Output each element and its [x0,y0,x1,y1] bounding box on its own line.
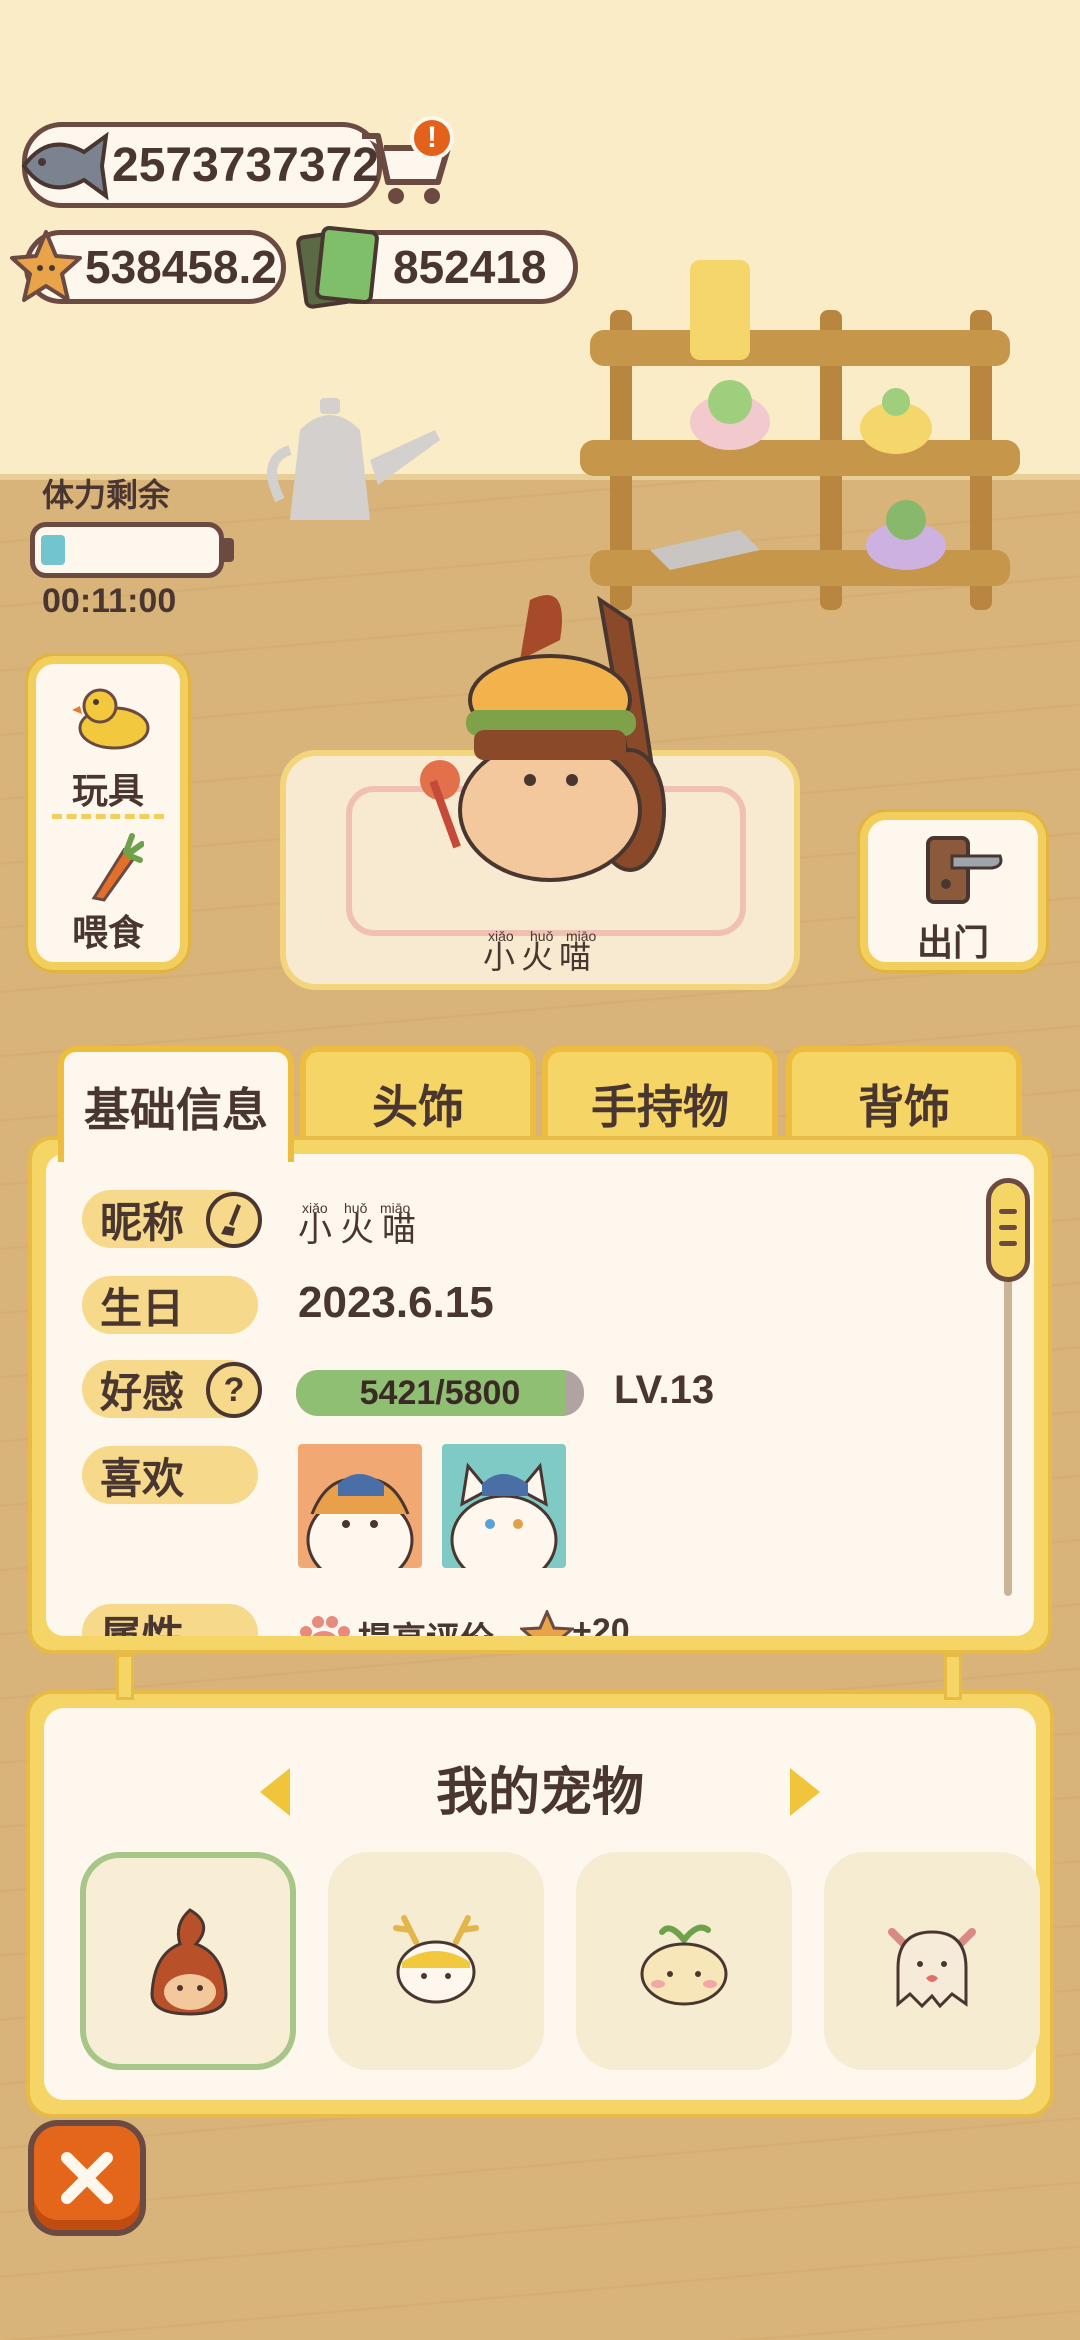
attribute-label: 属性 [100,1612,185,1637]
panel-connector-left [116,1654,134,1700]
ghost-pet-icon [888,1928,976,2009]
liked-pet-white-cat[interactable] [442,1444,566,1568]
close-button[interactable] [28,2120,146,2236]
panel-connector-right [944,1654,962,1700]
tab-handheld-label: 手持物 [591,1081,729,1133]
go-out-label: 出门 [916,922,989,963]
pet-slot-sprout[interactable] [576,1852,792,2070]
affinity-bar: 5421/5800 [296,1370,584,1416]
star-icon [10,230,82,302]
door-handle-icon [926,836,1003,904]
cash-value: 852418 [393,241,547,293]
help-icon: ? [223,1370,245,1409]
likes-label-chip: 喜欢 [82,1446,258,1504]
stamina-label: 体力剩余 [42,477,171,513]
care-menu-panel: 玩具 喂食 [28,656,188,970]
nickname-pinyin-2: huǒ [344,1200,368,1216]
menu-divider [52,814,164,819]
basic-info-panel: 昵称 小火喵 生日 2023.6.15 好感 ? 5421/5800 LV.13… [28,1136,1052,1654]
my-pets-title: 我的宠物 [435,1764,644,1822]
cash-icon [296,225,379,309]
deer-icon [393,1915,479,2004]
attribute-bonus: +20 [572,1612,630,1636]
paw-icon [300,1616,350,1636]
pinyin-2: huǒ [530,928,554,944]
fire-cat-icon [150,1908,228,2016]
level-text: LV.13 [614,1368,715,1412]
affinity-text: 5421/5800 [359,1373,521,1412]
calico-cat-icon [306,1474,414,1568]
affinity-help-button[interactable]: ? [206,1362,262,1418]
nickname-pinyin-1: xiǎo [302,1200,328,1216]
sprout-pet-icon [640,1924,728,2006]
stamina-fill [41,535,65,565]
basic-info-content[interactable]: 昵称 小火喵 生日 2023.6.15 好感 ? 5421/5800 LV.13… [46,1154,1034,1636]
nickname-pinyin-3: miāo [380,1200,411,1216]
stamina-timer: 00:11:00 [42,582,177,620]
tab-basic-info-label: 基础信息 [84,1084,268,1136]
tab-backwear-label: 背饰 [858,1081,950,1133]
shop-alert-badge: ! [410,116,454,160]
brush-icon [221,1204,241,1236]
coin-value: 2573737372 [112,138,379,192]
carrot-icon [91,833,144,902]
tab-headwear-label: 头饰 [372,1081,464,1133]
white-cat-icon [450,1462,558,1568]
my-pets-panel: 我的宠物 [26,1690,1054,2118]
my-pets-content: 我的宠物 [44,1708,1040,2100]
pet-name-stage-text: 小火喵 [482,939,597,975]
pinyin-3: miāo [566,928,597,944]
toy-label: 玩具 [71,770,144,811]
attribute-text: 提高评价 [358,1612,494,1636]
toy-button[interactable]: 玩具 [36,664,180,812]
go-out-button[interactable]: 出门 [860,812,1046,970]
tab-basic-info[interactable]: 基础信息 [58,1046,294,1162]
edit-nickname-button[interactable] [206,1192,262,1248]
pet-slot-ghost[interactable] [824,1852,1040,2070]
shop-cart-button[interactable]: ! [356,116,456,212]
birthday-label-chip: 生日 [82,1276,258,1334]
duck-icon [72,688,150,750]
birthday-label: 生日 [100,1284,185,1332]
pinyin-1: xiǎo [488,928,514,944]
kettle-decoration [267,398,440,520]
pet-slot-fire-cat[interactable] [80,1852,296,2070]
star-value: 538458.2 [85,241,277,293]
pet-slot-deer[interactable] [328,1852,544,2070]
liked-pet-calico[interactable] [298,1444,422,1568]
bonus-star-icon [520,1610,574,1636]
affinity-label: 好感 [100,1368,185,1416]
info-scrollbar-thumb[interactable] [986,1178,1030,1282]
close-icon [61,2152,113,2204]
stamina-bar [30,522,224,578]
shop-alert-text: ! [427,121,437,154]
stamina-bar-cap [224,538,234,562]
nickname-text: 小火喵 [298,1211,424,1249]
next-page-arrow[interactable] [790,1768,820,1816]
shelf-decoration [580,260,1020,610]
pet-character[interactable] [400,580,740,900]
attribute-label-chip: 属性 [82,1604,258,1636]
prev-page-arrow[interactable] [260,1768,290,1816]
birthday-value: 2023.6.15 [298,1278,494,1327]
nickname-label: 昵称 [100,1198,185,1246]
likes-label: 喜欢 [100,1454,185,1502]
fish-icon [21,131,109,201]
